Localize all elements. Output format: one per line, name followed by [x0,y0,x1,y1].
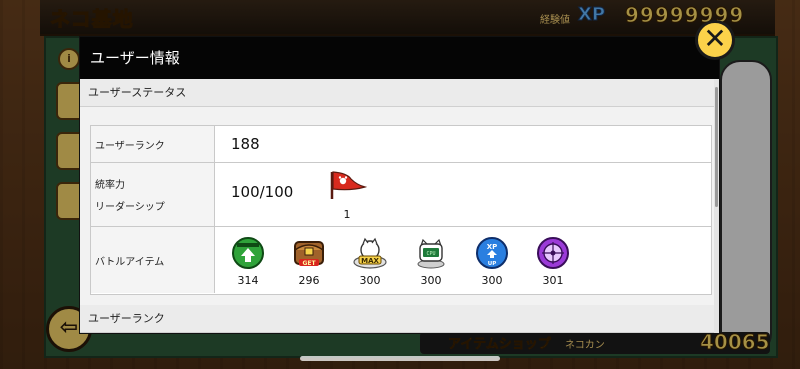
leadership-label-line2: リーダーシップ [95,202,165,213]
item-count: 300 [420,274,442,287]
dialog-scroll-area[interactable]: ユーザーステータス ユーザーランク 188 統率力 リーダーシップ 100/10… [80,79,719,333]
item-count: 296 [298,274,320,287]
cat-cpu-icon: CPU [417,238,445,269]
scrollbar-thumb[interactable] [715,87,718,207]
leadership-value: 100/100 [231,183,294,201]
section-heading-status: ユーザーステータス [80,79,714,107]
row-label-cell: バトルアイテム [91,227,215,293]
section-heading-rank: ユーザーランク [80,305,714,333]
rich-cat-icon: MAX [353,237,387,269]
dialog-header: ユーザー情報 [80,37,719,79]
red-flag-icon [330,171,367,199]
row-value-cell: 188 [215,126,711,162]
user-info-dialog: ユーザー情報 ユーザーステータス ユーザーランク 188 統率力 リーダーシップ [80,37,719,333]
row-value-cell: 314 GET 296 MAX 300 CPU 300 XP UP 300 30… [215,227,711,293]
sniper-cat-icon [537,237,569,269]
leadership-label-line1: 統率力 [95,180,125,191]
user-rank-label: ユーザーランク [95,141,165,152]
svg-text:CPU: CPU [426,251,435,257]
table-row-battle-items: バトルアイテム 314 GET 296 MAX 300 CPU 300 XP U… [91,227,711,293]
flag-count: 1 [343,208,351,221]
svg-text:GET: GET [302,260,316,267]
item-count: 300 [481,274,503,287]
item-count: 314 [237,274,259,287]
user-rank-value: 188 [231,135,260,153]
battle-items-label: バトルアイテム [95,257,165,268]
table-row-user-rank: ユーザーランク 188 [91,126,711,163]
row-value-cell: 100/100 1 [215,163,711,226]
svg-text:MAX: MAX [361,257,379,265]
dialog-title: ユーザー情報 [90,49,180,67]
treasure-radar-icon: GET [294,241,324,267]
close-button[interactable]: ✕ [695,20,735,60]
home-indicator[interactable] [300,356,500,361]
item-count: 300 [359,274,381,287]
item-count: 301 [542,274,564,287]
xp-up-icon: XP UP [476,237,508,269]
row-label-cell: ユーザーランク [91,126,215,162]
svg-text:XP: XP [487,243,498,251]
speed-up-icon [232,237,264,269]
svg-text:UP: UP [488,261,497,267]
row-label-cell: 統率力 リーダーシップ [91,163,215,226]
user-status-table: ユーザーランク 188 統率力 リーダーシップ 100/100 1 バトルアイテ… [90,125,712,295]
table-row-leadership: 統率力 リーダーシップ 100/100 1 [91,163,711,227]
